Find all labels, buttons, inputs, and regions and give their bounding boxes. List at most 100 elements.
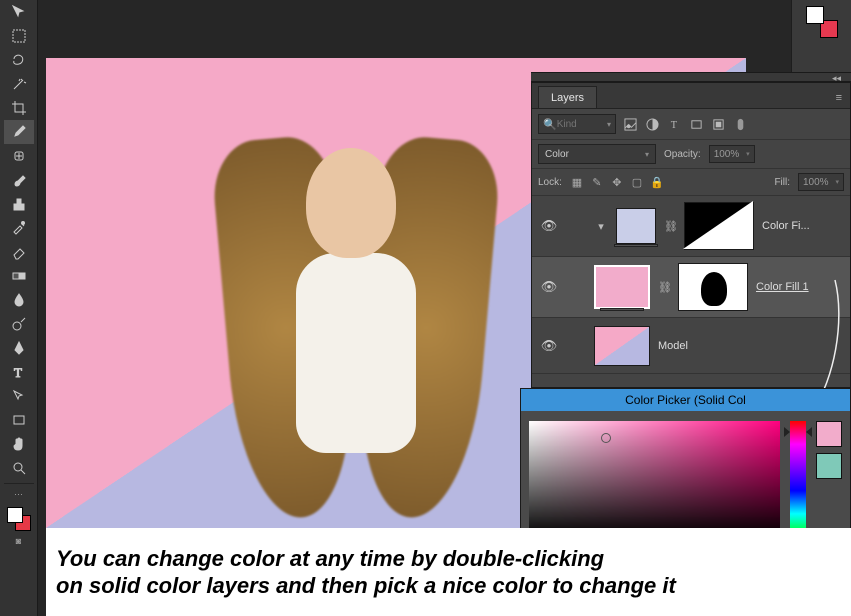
blend-mode-dropdown[interactable]: Color ▾: [538, 144, 656, 164]
fill-value: 100%: [803, 177, 829, 188]
tool-healing[interactable]: [4, 144, 34, 168]
lock-icons: ▦ ✎ ✥ ▢ 🔒: [570, 175, 664, 189]
layer-list: 👁 ▾ ⛓ Color Fi... 👁 ⛓ Color Fill 1 👁 Mod…: [532, 196, 850, 406]
toolbox: T ⋯ ◙: [0, 0, 38, 616]
instruction-caption: You can change color at any time by doub…: [46, 528, 851, 616]
filter-toggle-icon[interactable]: [732, 116, 748, 132]
tool-lasso[interactable]: [4, 48, 34, 72]
lock-paint-icon[interactable]: ✎: [590, 175, 604, 189]
layer-mask-thumbnail[interactable]: [678, 263, 748, 311]
tool-history-brush[interactable]: [4, 216, 34, 240]
tool-magic-wand[interactable]: [4, 72, 34, 96]
panel-menu-icon[interactable]: ≡: [828, 88, 850, 108]
lock-position-icon[interactable]: ✥: [610, 175, 624, 189]
lock-fill-row: Lock: ▦ ✎ ✥ ▢ 🔒 Fill: 100% ▾: [532, 169, 850, 196]
svg-text:T: T: [670, 120, 677, 131]
tool-rectangle[interactable]: [4, 408, 34, 432]
chevron-down-icon: ▾: [746, 150, 750, 158]
opacity-value: 100%: [714, 149, 740, 160]
tool-brush[interactable]: [4, 168, 34, 192]
tool-path-select[interactable]: [4, 384, 34, 408]
layer-row[interactable]: 👁 ⛓ Color Fill 1: [532, 257, 850, 318]
color-picker-dialog[interactable]: Color Picker (Solid Col: [520, 388, 851, 548]
search-icon: 🔍: [543, 118, 557, 131]
filter-shape-icon[interactable]: [688, 116, 704, 132]
tool-crop[interactable]: [4, 96, 34, 120]
svg-text:T: T: [14, 365, 22, 380]
tool-eyedropper[interactable]: [4, 120, 34, 144]
blend-opacity-row: Color ▾ Opacity: 100% ▾: [532, 140, 850, 169]
hue-marker-right: [806, 427, 812, 437]
visibility-toggle[interactable]: 👁: [540, 218, 558, 234]
filter-type-icon[interactable]: T: [666, 116, 682, 132]
fill-input[interactable]: 100% ▾: [798, 173, 844, 191]
filter-smart-icon[interactable]: [710, 116, 726, 132]
blend-mode-value: Color: [545, 149, 569, 160]
layer-name[interactable]: Color Fi...: [762, 220, 810, 232]
hue-slider[interactable]: [790, 421, 806, 537]
tool-hand[interactable]: [4, 432, 34, 456]
layer-row[interactable]: 👁 ▾ ⛓ Color Fi...: [532, 196, 850, 257]
filter-adjust-icon[interactable]: [644, 116, 660, 132]
tool-divider: [4, 483, 34, 484]
tool-zoom[interactable]: [4, 456, 34, 480]
tool-gradient[interactable]: [4, 264, 34, 288]
visibility-toggle[interactable]: 👁: [540, 338, 558, 354]
mask-link-icon[interactable]: ⛓: [658, 281, 670, 294]
filter-pixel-icon[interactable]: [622, 116, 638, 132]
layer-row[interactable]: 👁 Model: [532, 318, 850, 374]
right-mini-panel: [791, 0, 851, 72]
layer-thumbnail[interactable]: [616, 208, 656, 244]
tool-move[interactable]: [4, 0, 34, 24]
panel-tabbar: Layers ≡: [532, 83, 850, 109]
tab-layers[interactable]: Layers: [538, 86, 597, 108]
tool-dodge[interactable]: [4, 312, 34, 336]
mini-fg-swatch[interactable]: [806, 6, 824, 24]
model-image: [196, 118, 516, 528]
quickmask-icon[interactable]: ◙: [16, 536, 21, 546]
ellipsis-icon[interactable]: ⋯: [14, 489, 23, 500]
visibility-toggle[interactable]: 👁: [540, 279, 558, 295]
caption-line1: You can change color at any time by doub…: [56, 546, 604, 571]
caption-line2: on solid color layers and then pick a ni…: [56, 573, 676, 598]
layer-name[interactable]: Model: [658, 340, 688, 352]
tool-pen[interactable]: [4, 336, 34, 360]
chevron-down-icon: ▾: [607, 120, 611, 129]
lock-artboard-icon[interactable]: ▢: [630, 175, 644, 189]
layer-name[interactable]: Color Fill 1: [756, 281, 809, 293]
opacity-input[interactable]: 100% ▾: [709, 145, 755, 163]
color-swatches: [816, 421, 842, 537]
layer-collapse-icon[interactable]: ▾: [594, 220, 608, 233]
layers-panel: Layers ≡ 🔍 ▾ T Color ▾ Opacity: 100% ▾ L…: [531, 82, 851, 388]
layer-mask-thumbnail[interactable]: [684, 202, 754, 250]
tool-stamp[interactable]: [4, 192, 34, 216]
mini-fg-bg-swatch[interactable]: [806, 6, 838, 38]
chevron-down-icon: ▾: [645, 150, 649, 159]
fg-bg-swatch[interactable]: [4, 504, 34, 534]
sv-cursor[interactable]: [601, 433, 611, 443]
lock-all-icon[interactable]: 🔒: [650, 175, 664, 189]
tool-eraser[interactable]: [4, 240, 34, 264]
foreground-color-swatch[interactable]: [7, 507, 23, 523]
current-color-swatch[interactable]: [816, 421, 842, 447]
hue-marker-left: [784, 427, 790, 437]
saturation-value-field[interactable]: [529, 421, 780, 537]
lock-transparency-icon[interactable]: ▦: [570, 175, 584, 189]
tool-blur[interactable]: [4, 288, 34, 312]
color-picker-body: [521, 411, 850, 547]
opacity-label: Opacity:: [664, 149, 701, 160]
mask-link-icon[interactable]: ⛓: [664, 220, 676, 233]
previous-color-swatch[interactable]: [816, 453, 842, 479]
chevron-down-icon: ▾: [835, 178, 839, 186]
layer-kind-filter[interactable]: 🔍 ▾: [538, 114, 616, 134]
panel-collapse-bar[interactable]: ◂◂: [531, 72, 851, 82]
layer-thumbnail[interactable]: [594, 265, 650, 309]
color-picker-title: Color Picker (Solid Col: [521, 389, 850, 411]
kind-input[interactable]: [557, 119, 597, 130]
layer-thumbnail[interactable]: [594, 326, 650, 366]
layer-filter-row: 🔍 ▾ T: [532, 109, 850, 140]
fill-label: Fill:: [774, 177, 790, 188]
tool-marquee[interactable]: [4, 24, 34, 48]
lock-label: Lock:: [538, 177, 562, 188]
tool-type[interactable]: T: [4, 360, 34, 384]
